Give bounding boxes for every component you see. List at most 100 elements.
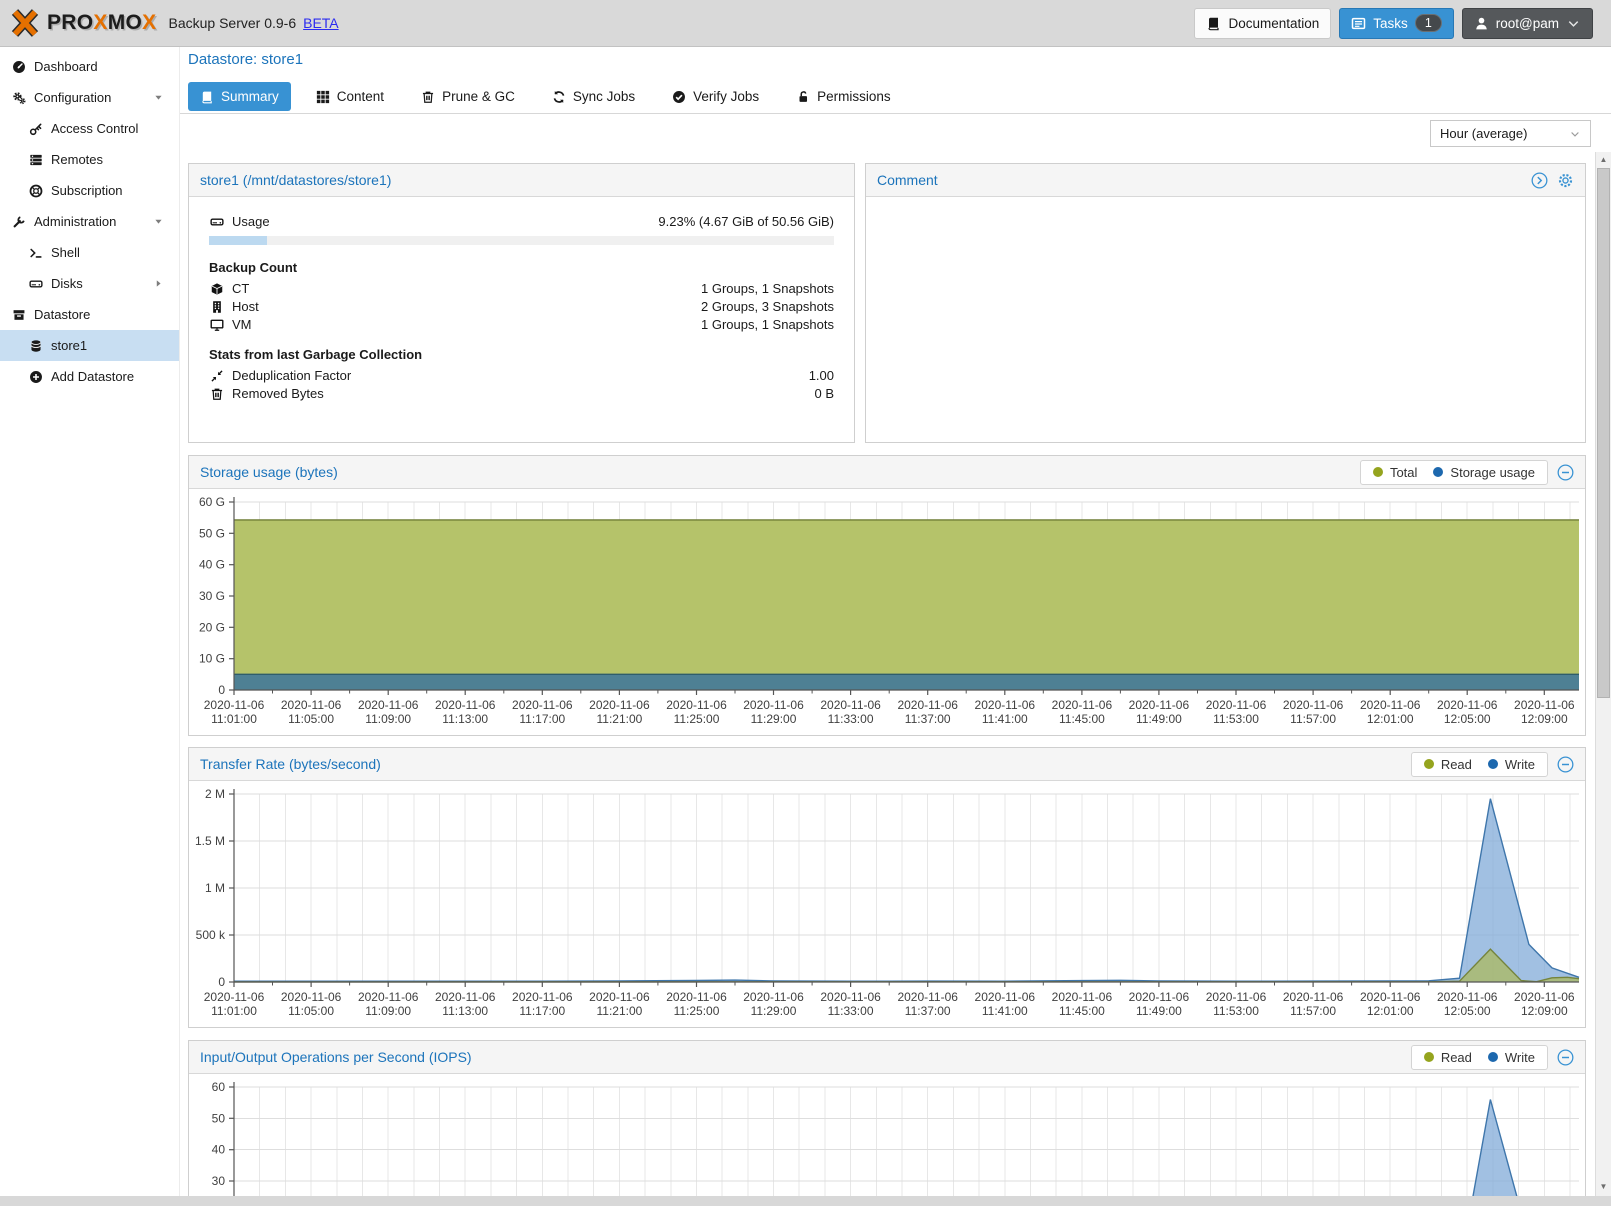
sidebar-item-label: Add Datastore	[51, 369, 134, 384]
svg-text:11:17:00: 11:17:00	[519, 1004, 565, 1018]
sidebar-item-disks[interactable]: Disks	[0, 268, 179, 299]
count-row-vm: VM1 Groups, 1 Snapshots	[209, 317, 834, 332]
tab-verify-jobs[interactable]: Verify Jobs	[660, 82, 771, 111]
sidebar-item-administration[interactable]: Administration	[0, 206, 179, 237]
tab-label: Sync Jobs	[573, 89, 635, 104]
range-select[interactable]: Hour (average)	[1430, 120, 1591, 147]
svg-text:2020-11-06: 2020-11-06	[820, 990, 881, 1004]
sidebar-item-remotes[interactable]: Remotes	[0, 144, 179, 175]
sidebar-item-add-datastore[interactable]: Add Datastore	[0, 361, 179, 392]
tab-prune-gc[interactable]: Prune & GC	[409, 82, 527, 111]
sidebar-item-label: Shell	[51, 245, 80, 260]
legend-dot	[1373, 467, 1383, 477]
legend-item-storage-usage[interactable]: Storage usage	[1433, 465, 1535, 480]
tab-sync-jobs[interactable]: Sync Jobs	[540, 82, 647, 111]
scroll-thumb[interactable]	[1597, 168, 1610, 698]
svg-text:1 M: 1 M	[205, 881, 225, 895]
gc-row-deduplication-factor: Deduplication Factor1.00	[209, 368, 834, 383]
svg-text:2020-11-06: 2020-11-06	[1052, 990, 1113, 1004]
svg-text:11:57:00: 11:57:00	[1290, 712, 1336, 726]
minus-circle-icon[interactable]	[1557, 756, 1574, 773]
svg-text:2020-11-06: 2020-11-06	[281, 990, 342, 1004]
sidebar-item-store1[interactable]: store1	[0, 330, 179, 361]
sidebar-item-access-control[interactable]: Access Control	[0, 113, 179, 144]
usage-progress-fill	[209, 236, 267, 245]
svg-text:11:25:00: 11:25:00	[674, 1004, 720, 1018]
chart-legend: Read Write	[1411, 752, 1548, 777]
svg-text:60 G: 60 G	[199, 495, 225, 509]
gear-icon[interactable]	[1557, 172, 1574, 189]
gears-icon	[10, 91, 27, 105]
hdd-icon	[209, 215, 225, 229]
svg-text:2020-11-06: 2020-11-06	[743, 990, 804, 1004]
sidebar-item-configuration[interactable]: Configuration	[0, 82, 179, 113]
store-panel-title: store1 (/mnt/datastores/store1)	[200, 172, 391, 188]
beta-link[interactable]: BETA	[303, 15, 339, 31]
tasks-button[interactable]: Tasks 1	[1339, 8, 1453, 39]
tab-content[interactable]: Content	[304, 82, 396, 111]
scroll-up-button[interactable]: ▲	[1596, 152, 1611, 167]
legend-item-total[interactable]: Total	[1373, 465, 1417, 480]
svg-text:60: 60	[212, 1080, 226, 1094]
monitor-icon	[209, 318, 225, 332]
row-value: 1 Groups, 1 Snapshots	[701, 281, 834, 296]
documentation-button[interactable]: Documentation	[1194, 8, 1331, 39]
legend-item-write[interactable]: Write	[1488, 757, 1535, 772]
legend-item-write[interactable]: Write	[1488, 1050, 1535, 1065]
svg-text:11:45:00: 11:45:00	[1059, 712, 1105, 726]
sidebar-item-datastore[interactable]: Datastore	[0, 299, 179, 330]
tab-bar: Summary Content Prune & GC Sync Jobs Verify …	[188, 82, 903, 111]
plus-circle-icon	[27, 370, 44, 384]
wrench-icon	[10, 215, 27, 229]
row-label: Removed Bytes	[232, 386, 324, 401]
usage-row: Usage 9.23% (4.67 GiB of 50.56 GiB)	[209, 214, 834, 229]
svg-text:11:21:00: 11:21:00	[596, 712, 642, 726]
hdd-icon	[27, 277, 44, 291]
svg-text:11:05:00: 11:05:00	[288, 712, 334, 726]
sidebar-item-label: Dashboard	[34, 59, 98, 74]
tab-permissions[interactable]: Permissions	[784, 82, 903, 111]
legend-item-read[interactable]: Read	[1424, 757, 1472, 772]
minus-circle-icon[interactable]	[1557, 1049, 1574, 1066]
chart-canvas: 01020304050602020-11-0611:01:002020-11-0…	[189, 1075, 1585, 1206]
sidebar-item-dashboard[interactable]: Dashboard	[0, 51, 179, 82]
svg-text:12:01:00: 12:01:00	[1367, 712, 1414, 726]
transfer-rate-chart-panel: Transfer Rate (bytes/second) ReadWrite 0…	[188, 747, 1586, 1028]
logo-part: PRO	[47, 11, 93, 34]
vertical-scrollbar[interactable]: ▲ ▼	[1595, 152, 1611, 1206]
svg-text:50 G: 50 G	[199, 526, 225, 540]
scroll-down-button[interactable]: ▼	[1596, 1179, 1611, 1194]
book-icon	[200, 90, 214, 104]
svg-text:2020-11-06: 2020-11-06	[1283, 990, 1344, 1004]
row-value: 0 B	[814, 386, 834, 401]
sidebar-item-label: Administration	[34, 214, 116, 229]
svg-text:30: 30	[212, 1174, 226, 1188]
svg-text:11:45:00: 11:45:00	[1059, 1004, 1105, 1018]
svg-text:50: 50	[212, 1111, 226, 1125]
svg-text:2020-11-06: 2020-11-06	[897, 698, 958, 712]
sidebar-item-subscription[interactable]: Subscription	[0, 175, 179, 206]
sidebar-item-shell[interactable]: Shell	[0, 237, 179, 268]
sidebar-item-label: Disks	[51, 276, 83, 291]
svg-text:2020-11-06: 2020-11-06	[1514, 698, 1575, 712]
sidebar: Dashboard ConfigurationAccess ControlRemo…	[0, 47, 180, 1206]
svg-text:500 k: 500 k	[196, 928, 226, 942]
svg-text:2020-11-06: 2020-11-06	[1514, 990, 1575, 1004]
svg-text:11:25:00: 11:25:00	[674, 712, 720, 726]
sidebar-item-label: store1	[51, 338, 87, 353]
range-select-value: Hour (average)	[1440, 126, 1527, 141]
svg-text:11:01:00: 11:01:00	[211, 1004, 257, 1018]
legend-label: Storage usage	[1450, 465, 1535, 480]
chart-title: Input/Output Operations per Second (IOPS…	[200, 1049, 472, 1065]
cube-icon	[209, 282, 225, 296]
svg-text:11:37:00: 11:37:00	[905, 1004, 951, 1018]
tab-summary[interactable]: Summary	[188, 82, 291, 111]
svg-text:2020-11-06: 2020-11-06	[743, 698, 804, 712]
tasks-list-icon	[1351, 16, 1366, 31]
svg-text:2020-11-06: 2020-11-06	[1437, 990, 1498, 1004]
chevron-right-circle-icon[interactable]	[1531, 172, 1548, 189]
legend-item-read[interactable]: Read	[1424, 1050, 1472, 1065]
minus-circle-icon[interactable]	[1557, 464, 1574, 481]
user-menu-button[interactable]: root@pam	[1462, 8, 1593, 39]
svg-text:10 G: 10 G	[199, 652, 225, 666]
